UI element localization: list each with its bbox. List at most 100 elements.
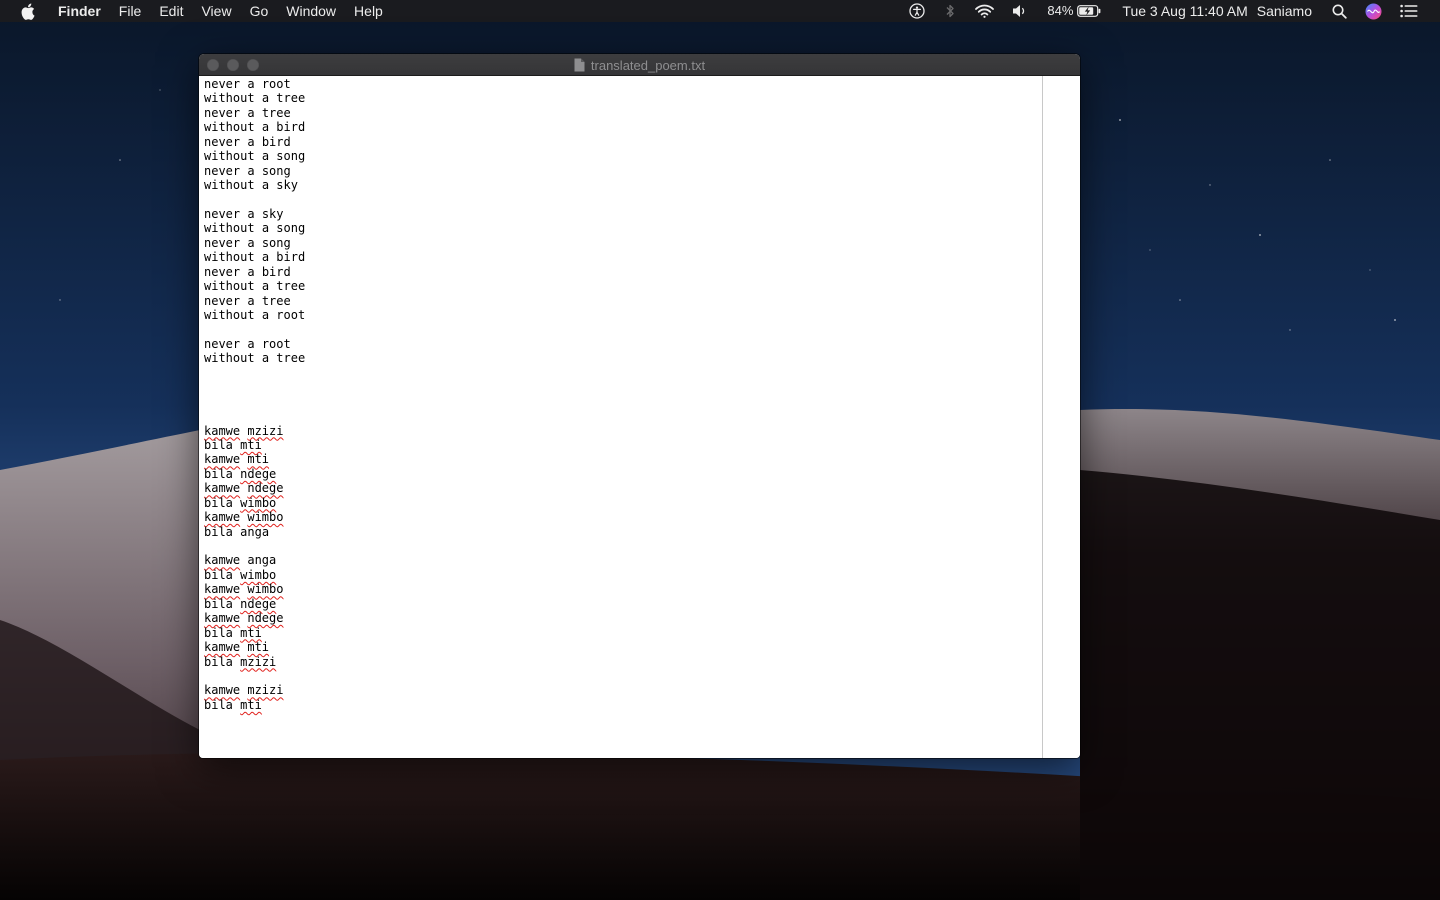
text-line: without a bird bbox=[204, 120, 305, 134]
word: never bbox=[204, 77, 241, 91]
word: a bbox=[247, 235, 255, 250]
misspelled-word: ndege bbox=[240, 466, 277, 481]
siri-icon[interactable] bbox=[1365, 0, 1382, 22]
word: without bbox=[204, 351, 255, 366]
text-line: without a tree bbox=[204, 351, 305, 365]
window-titlebar[interactable]: translated_poem.txt bbox=[199, 54, 1080, 76]
word: without bbox=[204, 221, 255, 236]
minimize-button[interactable] bbox=[227, 59, 239, 71]
word: a bbox=[261, 178, 270, 193]
word: bila bbox=[204, 524, 233, 539]
text-line: without a root bbox=[204, 308, 305, 322]
text-line: bila wimbo bbox=[204, 568, 305, 582]
battery-charging-icon bbox=[1077, 5, 1101, 17]
text-line: kamwe mti bbox=[204, 640, 305, 654]
word: never bbox=[204, 163, 241, 178]
accessibility-icon[interactable] bbox=[909, 0, 926, 22]
text-line: bila ndege bbox=[204, 597, 305, 611]
word: tree bbox=[276, 279, 306, 294]
word: bila bbox=[204, 437, 233, 452]
text-line: bila anga bbox=[204, 525, 305, 539]
search-icon[interactable] bbox=[1332, 0, 1347, 22]
word: without bbox=[204, 279, 255, 294]
word: a bbox=[247, 77, 255, 91]
text-line: never a bird bbox=[204, 135, 305, 149]
text-line bbox=[204, 539, 305, 553]
text-line: bila wimbo bbox=[204, 496, 305, 510]
word: song bbox=[276, 149, 306, 164]
menu-go[interactable]: Go bbox=[241, 0, 278, 22]
menubar-clock[interactable]: Tue 3 Aug 11:40 AM bbox=[1122, 0, 1247, 22]
battery-status[interactable]: 84% bbox=[1040, 0, 1115, 22]
word: bila bbox=[204, 466, 233, 481]
word: bila bbox=[204, 495, 233, 510]
word: a bbox=[261, 308, 270, 322]
word: tree bbox=[261, 293, 291, 308]
word: anga bbox=[240, 524, 270, 539]
word: bila bbox=[204, 625, 233, 640]
notification-center-icon[interactable] bbox=[1400, 0, 1418, 22]
word: never bbox=[204, 105, 241, 120]
word: a bbox=[247, 105, 255, 120]
word: never bbox=[204, 336, 241, 351]
menubar-user[interactable]: Saniamo bbox=[1257, 0, 1312, 22]
word: song bbox=[276, 221, 306, 236]
word: without bbox=[204, 120, 255, 135]
window-title: translated_poem.txt bbox=[590, 57, 706, 73]
text-line: never a song bbox=[204, 164, 305, 178]
misspelled-word: mti bbox=[240, 697, 262, 712]
text-line: without a tree bbox=[204, 279, 305, 293]
apple-icon[interactable] bbox=[20, 2, 36, 20]
text-line: without a tree bbox=[204, 91, 305, 105]
word: a bbox=[261, 279, 270, 294]
word: without bbox=[204, 91, 255, 106]
text-content-area[interactable]: never a root without a tree never a tree wi… bbox=[199, 76, 1042, 758]
document-text[interactable]: never a root without a tree never a tree wi… bbox=[204, 77, 305, 712]
text-line bbox=[204, 322, 305, 336]
menu-app-name[interactable]: Finder bbox=[52, 0, 110, 22]
word: a bbox=[261, 91, 270, 106]
misspelled-word: kamwe bbox=[204, 640, 241, 655]
menu-file[interactable]: File bbox=[110, 0, 151, 22]
misspelled-word: mti bbox=[247, 640, 270, 655]
misspelled-word: mzizi bbox=[240, 654, 277, 669]
text-line: never a song bbox=[204, 236, 305, 250]
menu-edit[interactable]: Edit bbox=[150, 0, 192, 22]
text-line bbox=[204, 193, 305, 207]
menu-bar: Finder File Edit View Go Window Help 84%… bbox=[0, 0, 1440, 22]
text-line: kamwe ndege bbox=[204, 611, 305, 625]
volume-icon[interactable] bbox=[1012, 0, 1028, 22]
bluetooth-icon[interactable] bbox=[945, 0, 955, 22]
text-line: kamwe wimbo bbox=[204, 510, 305, 524]
word: a bbox=[261, 221, 270, 236]
word: tree bbox=[261, 105, 291, 120]
misspelled-word: mzizi bbox=[247, 683, 284, 698]
misspelled-word: wimbo bbox=[240, 495, 277, 510]
misspelled-word: kamwe bbox=[204, 510, 241, 525]
misspelled-word: mti bbox=[247, 452, 270, 467]
text-line: never a sky bbox=[204, 207, 305, 221]
scrollbar-gutter[interactable] bbox=[1042, 76, 1080, 758]
word: a bbox=[247, 336, 255, 351]
text-line bbox=[204, 366, 305, 380]
text-line: kamwe mzizi bbox=[204, 424, 305, 438]
menu-window[interactable]: Window bbox=[277, 0, 345, 22]
text-line: bila mzizi bbox=[204, 655, 305, 669]
text-line bbox=[204, 409, 305, 423]
close-button[interactable] bbox=[207, 59, 219, 71]
misspelled-word: kamwe bbox=[204, 452, 241, 467]
misspelled-word: wimbo bbox=[247, 582, 284, 597]
word: song bbox=[261, 235, 291, 250]
word: root bbox=[261, 336, 291, 351]
menu-help[interactable]: Help bbox=[345, 0, 392, 22]
word: bird bbox=[276, 250, 306, 265]
zoom-button[interactable] bbox=[247, 59, 259, 71]
wifi-icon[interactable] bbox=[975, 0, 995, 22]
misspelled-word: wimbo bbox=[247, 510, 284, 525]
word: never bbox=[204, 134, 241, 149]
word: tree bbox=[276, 91, 306, 106]
menu-view[interactable]: View bbox=[192, 0, 240, 22]
word: never bbox=[204, 264, 241, 279]
misspelled-word: ndege bbox=[247, 481, 284, 496]
text-line: kamwe mti bbox=[204, 452, 305, 466]
